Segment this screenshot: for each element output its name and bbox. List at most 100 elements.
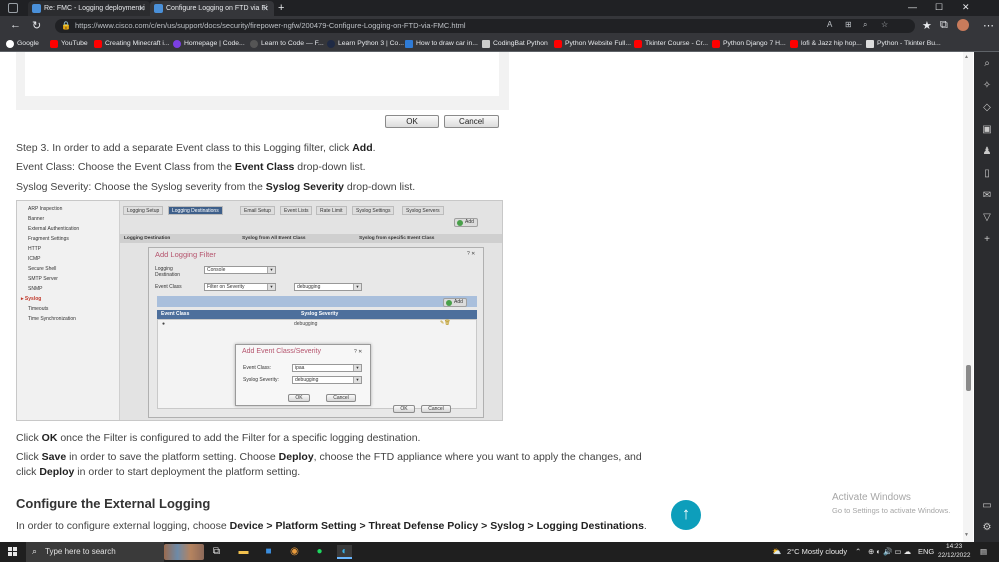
browser-tab-2-active[interactable]: Configure Logging on FTD via Fi ✕ — [150, 1, 274, 16]
app-available-icon[interactable]: ⊞ — [845, 20, 852, 29]
tab-event-lists: Event Lists — [280, 206, 313, 215]
lock-icon: 🔒 — [61, 21, 71, 30]
syslog-tabs: Logging Setup Logging Destinations Email… — [120, 206, 502, 215]
browser-tab-strip: Re: FMC - Logging deployment i ✕ Configu… — [0, 0, 999, 16]
bookmark-item[interactable]: Python - Tkinter Bu... — [866, 39, 941, 49]
people-icon[interactable]: ♟ — [981, 146, 993, 157]
bookmark-item[interactable]: How to draw car in... — [405, 39, 478, 49]
filter-ok-button-image: OK — [393, 405, 415, 413]
scroll-to-top-button[interactable]: ↑ — [671, 500, 701, 530]
dialog-title: Add Event Class/Severity — [242, 348, 321, 355]
scrollbar-thumb[interactable] — [966, 365, 971, 391]
favorites-icon[interactable]: ★ — [922, 19, 932, 32]
edge-icon[interactable]: ◐ — [337, 545, 352, 559]
close-window-icon[interactable]: ✕ — [962, 2, 970, 13]
scroll-down-icon[interactable]: ▼ — [964, 532, 969, 538]
language-indicator[interactable]: ENG — [918, 547, 934, 556]
split-screen-icon[interactable]: ▭ — [981, 500, 993, 511]
address-bar-row: ← ↻ 🔒 https://www.cisco.com/c/en/us/supp… — [0, 16, 999, 36]
codecademy-icon — [327, 40, 335, 48]
url-field[interactable]: 🔒 https://www.cisco.com/c/en/us/support/… — [55, 19, 915, 33]
system-tray-icons[interactable]: ⊕ ◐ 🔊 ▭ ☁ — [868, 547, 911, 556]
blender-icon[interactable]: ◉ — [287, 545, 302, 559]
new-tab-icon[interactable]: + — [278, 1, 284, 15]
read-aloud-icon[interactable]: A — [827, 20, 832, 29]
collections-icon[interactable]: ⧉ — [940, 19, 948, 32]
refresh-icon[interactable]: ↻ — [32, 19, 41, 32]
back-icon[interactable]: ← — [10, 19, 21, 31]
bookmark-item[interactable]: Tkinter Course - Cr... — [634, 39, 708, 49]
bookmark-item[interactable]: Python Django 7 H... — [712, 39, 786, 49]
dialog-close-icon: ? ✕ — [354, 349, 363, 355]
scroll-up-icon[interactable]: ▲ — [964, 54, 969, 60]
profile-avatar[interactable] — [957, 19, 969, 31]
previous-screenshot-bottom — [16, 52, 509, 110]
drop-icon[interactable]: ▽ — [981, 212, 993, 223]
t-icon — [405, 40, 413, 48]
briefcase-icon[interactable]: ▣ — [981, 124, 993, 135]
settings-gear-icon[interactable]: ⚙ — [981, 522, 993, 533]
youtube-icon — [790, 40, 798, 48]
header-all-event-class: Syslog from All Event Class — [242, 236, 306, 241]
cancel-button-image: Cancel — [444, 115, 499, 128]
bookmark-item[interactable]: lofi & Jazz hip hop... — [790, 39, 862, 49]
task-view-icon[interactable]: ⧉ — [209, 545, 224, 559]
maximize-icon[interactable]: ☐ — [935, 2, 943, 13]
activate-windows-title: Activate Windows — [832, 492, 911, 503]
discover-icon[interactable]: ✧ — [981, 80, 993, 91]
bookmark-item[interactable]: Google — [6, 39, 39, 49]
search-highlight-image[interactable] — [164, 544, 204, 560]
bookmark-item[interactable]: Learn to Code — F... — [250, 39, 324, 49]
table-header-bar — [120, 234, 502, 243]
tab-syslog-settings: Syslog Settings — [352, 206, 395, 215]
bookmark-item[interactable]: YouTube — [50, 39, 88, 49]
close-tab-icon[interactable]: ✕ — [138, 1, 145, 16]
store-icon[interactable]: ■ — [261, 545, 276, 559]
tag-icon[interactable]: ◇ — [981, 102, 993, 113]
spotify-icon[interactable]: ● — [312, 545, 327, 559]
clock-time[interactable]: 14:23 — [946, 543, 962, 550]
search-icon[interactable]: ⌕ — [981, 58, 993, 69]
tab-rate-limit: Rate Limit — [316, 206, 347, 215]
zoom-icon[interactable]: ⌕ — [863, 20, 867, 30]
dialog-close-icon: ? ✕ — [467, 251, 476, 257]
windows-start-icon[interactable] — [8, 547, 18, 557]
clock-date[interactable]: 22/12/2022 — [938, 552, 971, 559]
bookmark-item[interactable]: CodingBat Python — [482, 39, 548, 49]
weather-text[interactable]: 2°C Mostly cloudy — [787, 547, 847, 556]
outlook-icon[interactable]: ✉ — [981, 190, 993, 201]
notifications-icon[interactable]: ▤ — [980, 547, 987, 556]
favorite-add-icon[interactable]: ☆ — [881, 20, 888, 29]
syslog-severity-text: Syslog Severity: Choose the Syslog sever… — [16, 181, 416, 193]
row-severity: debugging — [294, 321, 318, 327]
syslog-severity-select: debugging ▼ — [292, 376, 362, 384]
event-class-select: Filter on Severity ▼ — [204, 283, 276, 291]
taskbar-search[interactable]: ⌕ Type here to search — [26, 542, 164, 562]
add-event-class-button-image: Add — [443, 298, 467, 307]
browser-tab-1[interactable]: Re: FMC - Logging deployment i ✕ — [28, 1, 150, 16]
bookmark-item[interactable]: Learn Python 3 | Co... — [327, 39, 404, 49]
windows-taskbar: ⌕ Type here to search ⧉ ▬ ■ ◉ ● ◐ ⛅ 2°C … — [0, 542, 999, 562]
edge-sidebar: ⌕ ✧ ◇ ▣ ♟ ▯ ✉ ▽ + ▭ ⚙ — [974, 52, 999, 542]
hidden-icons-chevron-icon[interactable]: ⌃ — [855, 547, 861, 556]
cisco-favicon-icon — [154, 4, 163, 13]
bookmark-item[interactable]: Python Website Full... — [554, 39, 631, 49]
header-specific-event-class: Syslog from specific Event Class — [359, 236, 435, 241]
click-ok-text: Click OK once the Filter is configured t… — [16, 432, 421, 444]
file-explorer-icon[interactable]: ▬ — [236, 545, 251, 559]
bookmark-item[interactable]: Homepage | Code... — [173, 39, 245, 49]
external-logging-text: In order to configure external logging, … — [16, 520, 647, 532]
close-tab-icon[interactable]: ✕ — [262, 1, 269, 16]
tab-actions-icon[interactable] — [8, 3, 18, 13]
url-text: https://www.cisco.com/c/en/us/support/do… — [75, 21, 466, 30]
more-menu-icon[interactable]: ⋯ — [983, 19, 994, 32]
add-icon[interactable]: + — [981, 234, 993, 245]
office-icon[interactable]: ▯ — [981, 168, 993, 179]
nav-item: ICMP — [28, 256, 41, 262]
page-scrollbar[interactable]: ▲ ▼ — [963, 52, 973, 542]
bookmarks-bar: Google YouTube Creating Minecraft i... H… — [0, 36, 999, 52]
header-logging-destination: Logging Destination — [124, 236, 171, 241]
bookmark-item[interactable]: Creating Minecraft i... — [94, 39, 170, 49]
minimize-icon[interactable]: — — [908, 2, 917, 12]
nav-item-syslog-active: ▸ Syslog — [21, 296, 42, 302]
